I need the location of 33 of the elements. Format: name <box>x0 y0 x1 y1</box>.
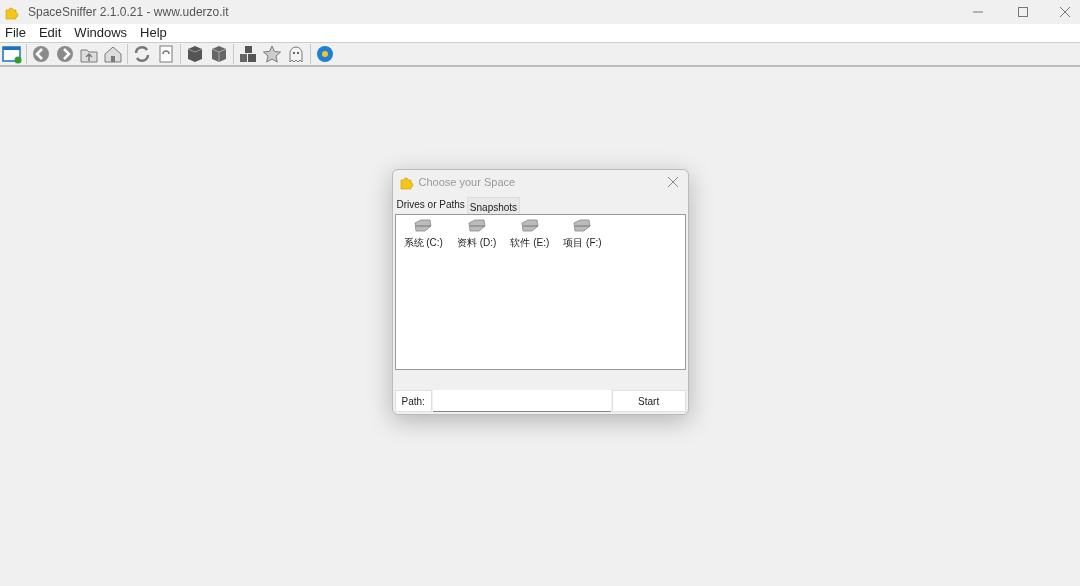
ghost-icon[interactable] <box>286 44 306 64</box>
menu-item[interactable]: File <box>5 23 26 43</box>
drive-icon <box>413 219 434 233</box>
cube-icon[interactable] <box>209 44 229 64</box>
drive-item[interactable]: 项目 (F:) <box>563 235 602 250</box>
drive-icon <box>466 219 487 233</box>
menu-item[interactable]: Help <box>140 23 167 43</box>
tab[interactable]: Snapshots <box>466 197 521 214</box>
close-icon[interactable] <box>667 177 678 187</box>
refresh-icon[interactable] <box>132 44 152 64</box>
drive-item[interactable]: 系统 (C:) <box>403 235 443 250</box>
menu-item[interactable]: Windows <box>74 23 128 43</box>
window-title: SpaceSniffer 2.1.0.21 - www.uderzo.it <box>28 4 229 21</box>
cubes-icon[interactable] <box>238 44 258 64</box>
path-field[interactable] <box>432 390 611 412</box>
menu-item[interactable]: Edit <box>38 23 62 43</box>
drive-icon <box>519 219 540 233</box>
start-button[interactable]: Start <box>611 390 686 412</box>
maximize-icon[interactable] <box>1018 7 1028 17</box>
puzzle-icon <box>4 4 20 20</box>
drive-icon <box>572 219 593 233</box>
close-icon[interactable] <box>1060 7 1070 17</box>
document-refresh-icon[interactable] <box>156 44 176 64</box>
puzzle-icon <box>398 174 415 190</box>
home-icon[interactable] <box>103 44 123 64</box>
path-label: Path: <box>394 390 432 412</box>
cube-icon[interactable] <box>185 44 205 64</box>
star-icon[interactable] <box>262 44 282 64</box>
new-window-icon[interactable] <box>2 44 22 64</box>
dialog-title: Choose your Space <box>418 174 516 190</box>
drive-item[interactable]: 软件 (E:) <box>510 235 550 250</box>
drive-item[interactable]: 资料 (D:) <box>456 235 497 250</box>
globe-icon[interactable] <box>315 44 335 64</box>
